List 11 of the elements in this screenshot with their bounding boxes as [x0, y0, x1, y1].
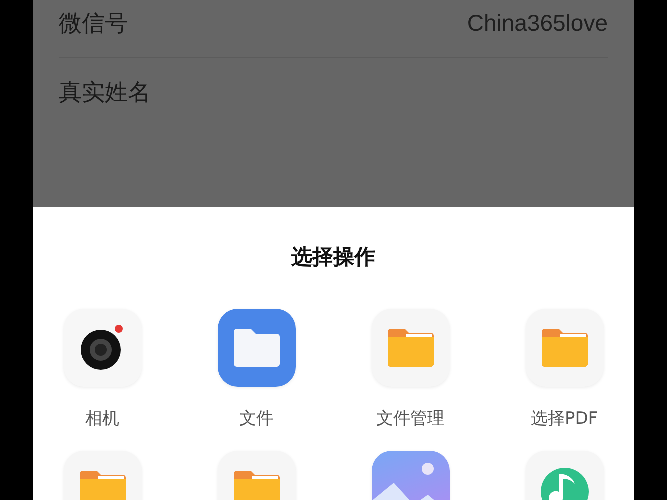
folder-icon	[232, 327, 282, 369]
folder-icon	[540, 328, 590, 368]
app-label[interactable]: 相机	[86, 407, 120, 430]
sheet-title: 选择操作	[292, 244, 376, 271]
app-label[interactable]: 文件管理	[376, 407, 444, 430]
row-value: China365love	[467, 10, 608, 37]
app-label[interactable]: 文件	[240, 407, 274, 430]
row-label: 微信号	[59, 10, 128, 39]
row-label: 真实姓名	[59, 78, 151, 108]
folder-icon	[386, 328, 436, 368]
app-label[interactable]: 选择PDF	[530, 407, 598, 430]
